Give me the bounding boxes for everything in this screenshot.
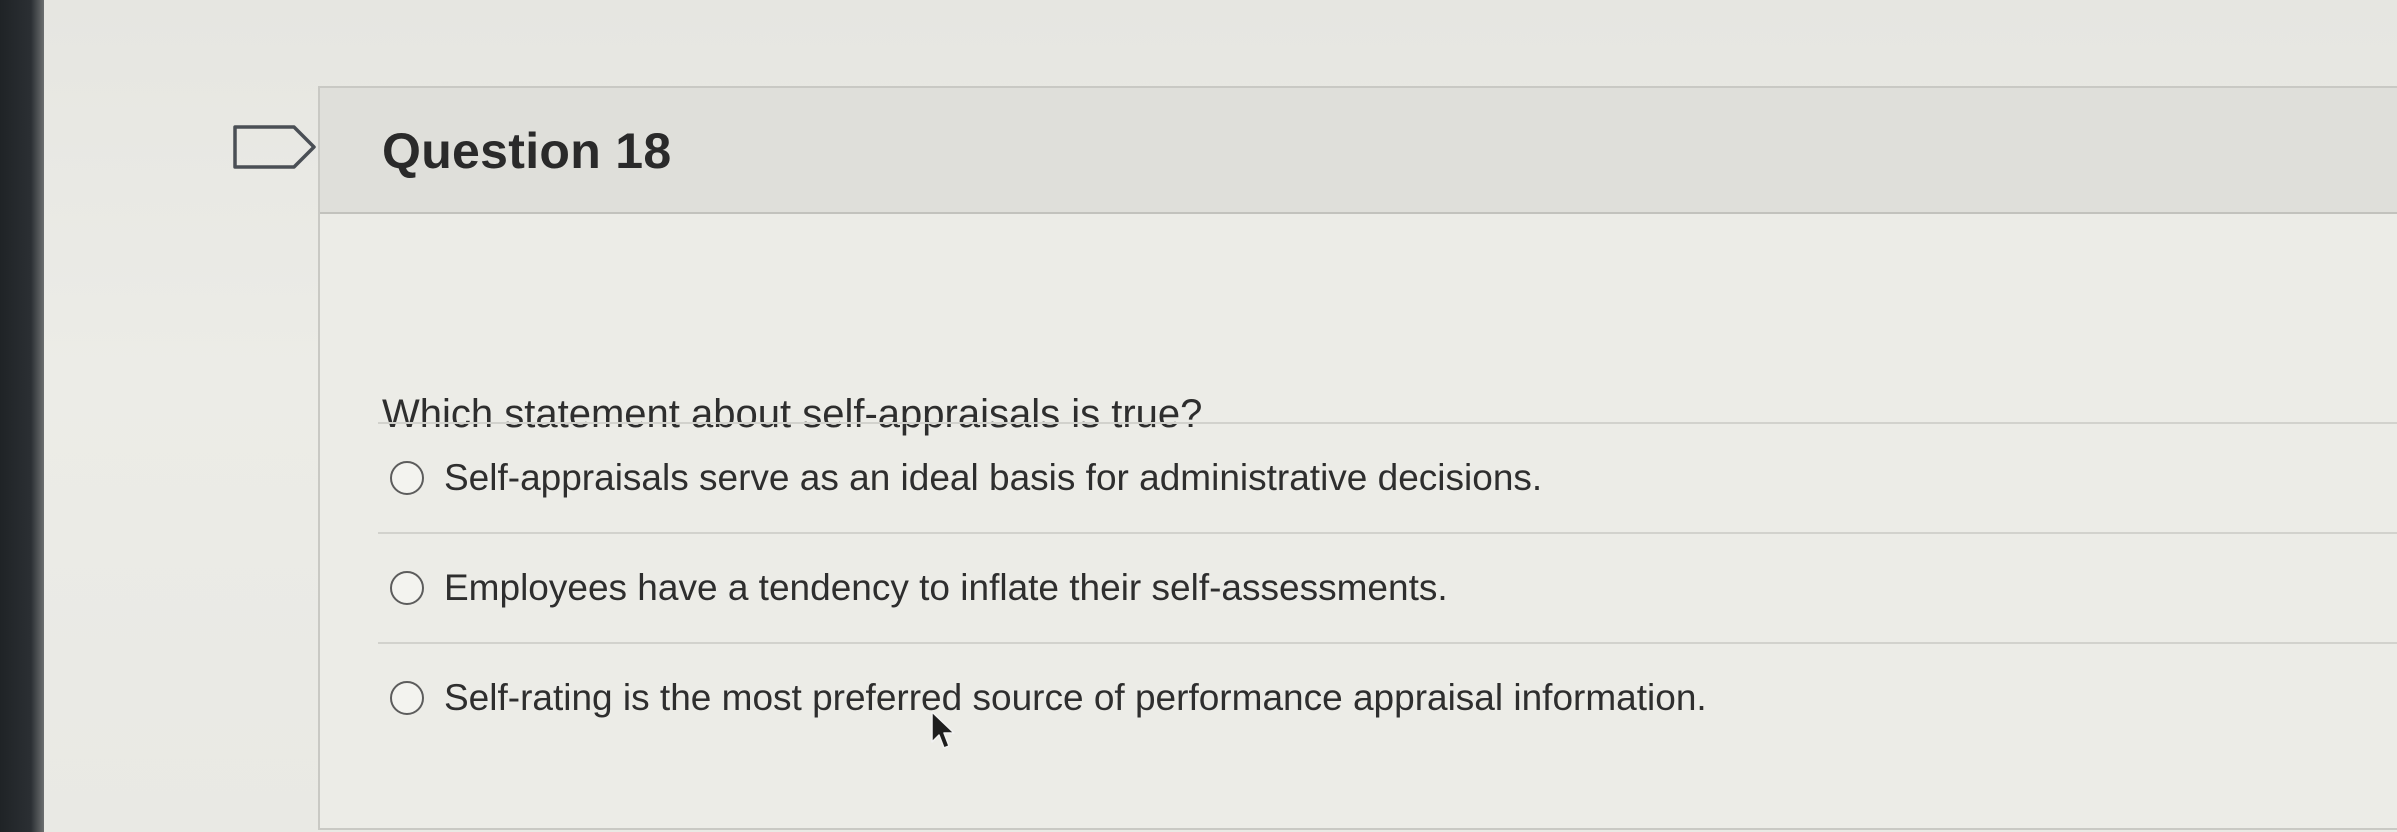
radio-button[interactable] [390, 571, 424, 605]
screen-bezel [0, 0, 44, 832]
question-header: Question 18 [320, 88, 2397, 214]
answer-option[interactable]: Self-rating is the most preferred source… [378, 642, 2397, 752]
answer-option-label: Self-rating is the most preferred source… [444, 677, 1707, 718]
radio-button[interactable] [390, 461, 424, 495]
radio-button[interactable] [390, 681, 424, 715]
answer-option-label: Employees have a tendency to inflate the… [444, 567, 1448, 608]
flag-question-icon[interactable] [232, 124, 318, 170]
mouse-pointer-icon [931, 711, 955, 749]
question-card: Question 18 Which statement about self-a… [318, 86, 2397, 830]
question-title: Question 18 [382, 123, 672, 179]
answer-option[interactable]: Self-appraisals serve as an ideal basis … [378, 422, 2397, 532]
answer-option[interactable]: Employees have a tendency to inflate the… [378, 532, 2397, 642]
answer-option-label: Self-appraisals serve as an ideal basis … [444, 457, 1543, 498]
